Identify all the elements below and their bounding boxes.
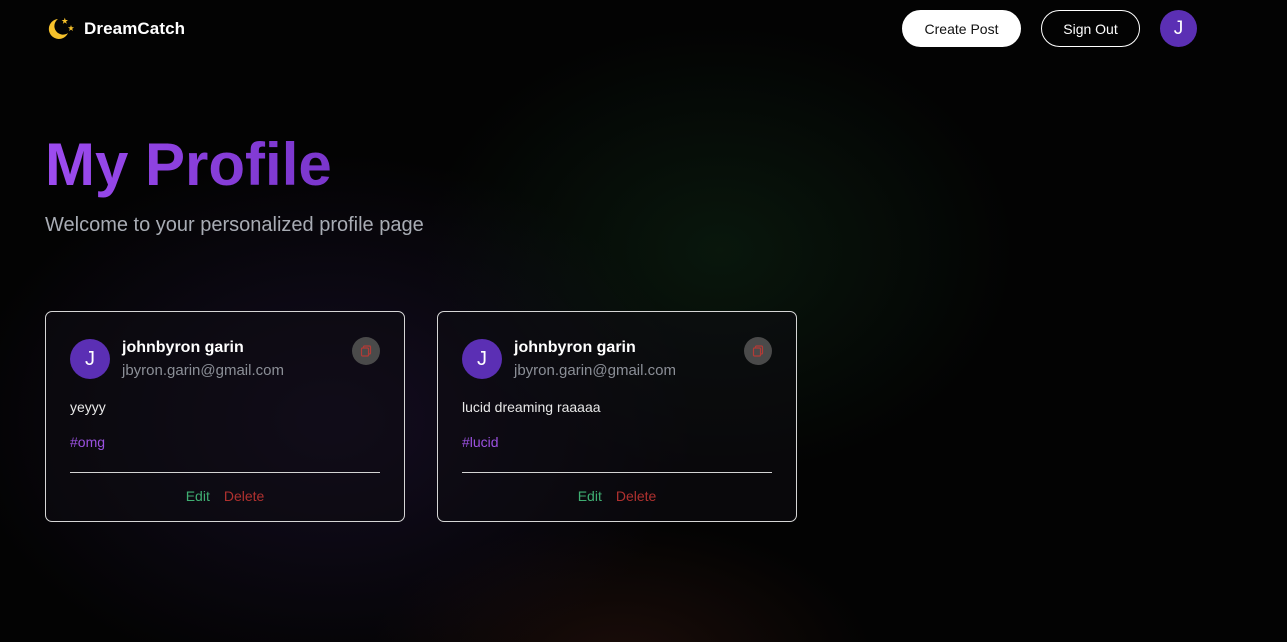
post-actions: Edit Delete bbox=[438, 488, 796, 504]
post-card: J johnbyron garin jbyron.garin@gmail.com… bbox=[437, 311, 797, 522]
moon-stars-icon bbox=[48, 17, 74, 39]
post-tag[interactable]: #lucid bbox=[462, 434, 499, 450]
copy-button[interactable] bbox=[352, 337, 380, 365]
brand-name: DreamCatch bbox=[84, 19, 186, 38]
post-actions: Edit Delete bbox=[46, 488, 404, 504]
sign-out-button[interactable]: Sign Out bbox=[1041, 10, 1140, 47]
post-card: J johnbyron garin jbyron.garin@gmail.com… bbox=[45, 311, 405, 522]
post-text: yeyyy bbox=[70, 399, 106, 415]
post-text: lucid dreaming raaaaa bbox=[462, 399, 601, 415]
page-subtitle: Welcome to your personalized profile pag… bbox=[45, 214, 424, 236]
post-author-name: johnbyron garin bbox=[122, 339, 244, 356]
copy-icon bbox=[360, 345, 372, 357]
copy-icon bbox=[752, 345, 764, 357]
post-author-name: johnbyron garin bbox=[514, 339, 636, 356]
delete-button[interactable]: Delete bbox=[224, 488, 264, 504]
post-author-email: jbyron.garin@gmail.com bbox=[122, 362, 284, 379]
create-post-button[interactable]: Create Post bbox=[902, 10, 1021, 47]
card-divider bbox=[70, 472, 380, 473]
page-title: My Profile bbox=[45, 131, 332, 198]
edit-button[interactable]: Edit bbox=[578, 488, 602, 504]
copy-button[interactable] bbox=[744, 337, 772, 365]
post-author-avatar[interactable]: J bbox=[70, 339, 110, 379]
edit-button[interactable]: Edit bbox=[186, 488, 210, 504]
post-author-email: jbyron.garin@gmail.com bbox=[514, 362, 676, 379]
post-author-avatar[interactable]: J bbox=[462, 339, 502, 379]
post-tag[interactable]: #omg bbox=[70, 434, 105, 450]
user-avatar[interactable]: J bbox=[1160, 10, 1197, 47]
card-divider bbox=[462, 472, 772, 473]
delete-button[interactable]: Delete bbox=[616, 488, 656, 504]
brand-logo[interactable]: DreamCatch bbox=[44, 16, 185, 42]
